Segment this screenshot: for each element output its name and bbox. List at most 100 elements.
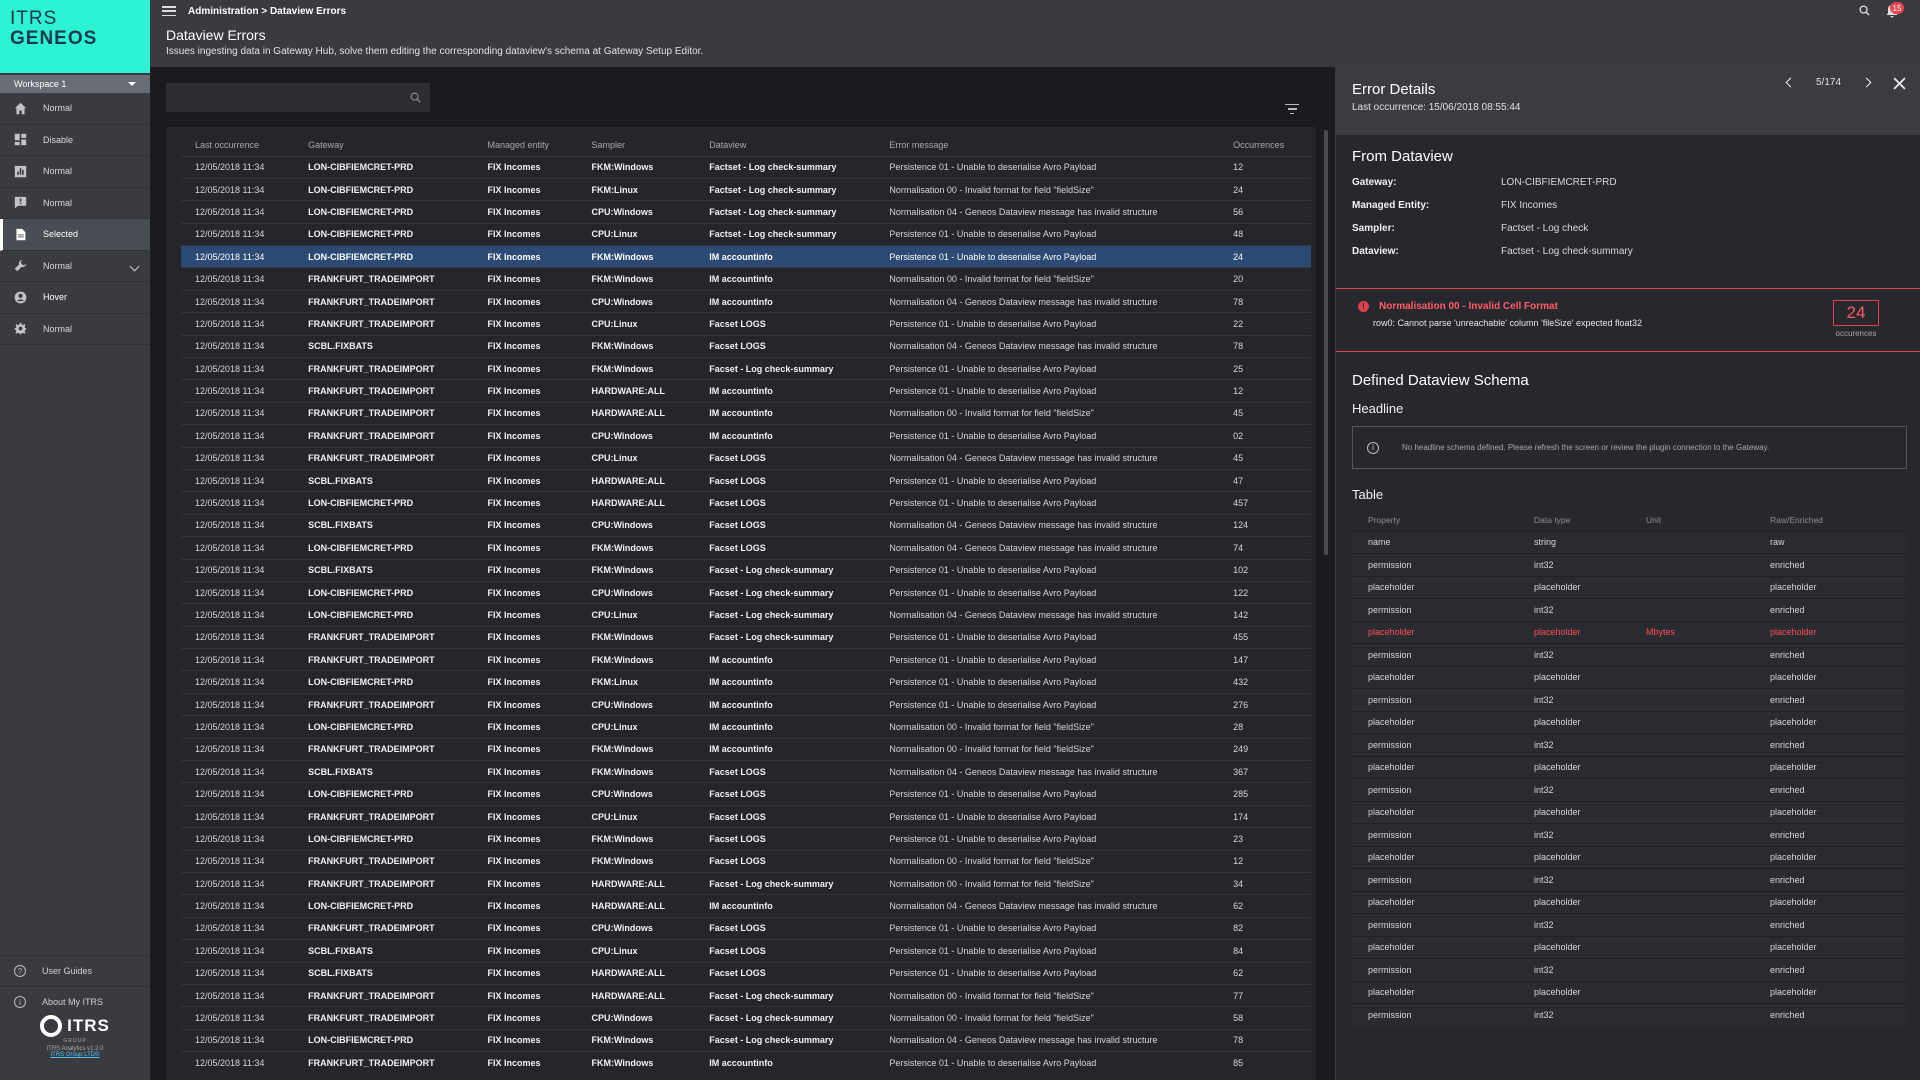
table-cell: HARDWARE:ALL: [577, 983, 696, 1007]
sidebar-item-feedback[interactable]: Normal: [0, 188, 150, 219]
sidebar-item-tools[interactable]: Normal: [0, 251, 150, 282]
column-header[interactable]: Dataview: [695, 127, 875, 156]
chevron-left-icon[interactable]: [1785, 77, 1796, 88]
sidebar-item-selected[interactable]: Selected: [0, 219, 150, 251]
sidebar-item-home[interactable]: Normal: [0, 93, 150, 125]
company-link[interactable]: ITRS Group LTD®: [0, 1052, 150, 1058]
sidebar-item-chart[interactable]: Normal: [0, 156, 150, 188]
table-row[interactable]: 12/05/2018 11:34 LON-CIBFIEMCRET-PRD FIX I…: [181, 894, 1311, 918]
table-row[interactable]: 12/05/2018 11:34 SCBL.FIXBATS FIX Incomes C…: [181, 939, 1311, 963]
headline-label: Headline: [1352, 401, 1404, 416]
table-row[interactable]: 12/05/2018 11:34 FRANKFURT_TRADEIMPORT FIX…: [181, 446, 1311, 470]
table-row[interactable]: 12/05/2018 11:34 LON-CIBFIEMCRET-PRD FIX I…: [181, 491, 1311, 515]
sidebar-item-dashboard[interactable]: Disable: [0, 125, 150, 156]
close-icon[interactable]: [1893, 77, 1906, 90]
table-row[interactable]: 12/05/2018 11:34 FRANKFURT_TRADEIMPORT FIX…: [181, 625, 1311, 649]
table-row[interactable]: 12/05/2018 11:34 LON-CIBFIEMCRET-PRD FIX I…: [181, 155, 1311, 179]
table-row[interactable]: 12/05/2018 11:34 FRANKFURT_TRADEIMPORT FIX…: [181, 424, 1311, 448]
table-row[interactable]: 12/05/2018 11:34 SCBL.FIXBATS FIX Incomes H…: [181, 468, 1311, 492]
table-cell: FRANKFURT_TRADEIMPORT: [294, 648, 474, 671]
table-row[interactable]: 12/05/2018 11:34 FRANKFURT_TRADEIMPORT FIX…: [181, 871, 1311, 895]
table-row[interactable]: 12/05/2018 11:34 SCBL.FIXBATS FIX Incomes F…: [181, 334, 1311, 358]
table-row[interactable]: 12/05/2018 11:34 FRANKFURT_TRADEIMPORT FIX…: [181, 849, 1311, 873]
geneos-logo[interactable]: ITRS GENEOS: [0, 0, 150, 73]
table-cell: IM accountinfo: [695, 401, 876, 425]
table-cell: Facset - Log check-summary: [695, 1028, 876, 1052]
table-cell: IM accountinfo: [695, 737, 876, 761]
table-row[interactable]: 12/05/2018 11:34 LON-CIBFIEMCRET-PRD FIX I…: [181, 1028, 1311, 1052]
schema-table-body: name string raw permission int32 enriched plac…: [1352, 530, 1907, 1026]
table-row[interactable]: 12/05/2018 11:34 FRANKFURT_TRADEIMPORT FIX…: [181, 312, 1311, 336]
sidebar-item-settings[interactable]: Normal: [0, 314, 150, 345]
error-title: Normalisation 00 - Invalid Cell Format: [1379, 301, 1558, 312]
table-row[interactable]: 12/05/2018 11:34 FRANKFURT_TRADEIMPORT FIX…: [181, 648, 1311, 671]
table-row[interactable]: 12/05/2018 11:34 SCBL.FIXBATS FIX Incomes H…: [181, 961, 1311, 985]
table-cell: FIX Incomes: [473, 625, 578, 649]
column-header[interactable]: Last occurrence: [181, 127, 294, 156]
table-row[interactable]: 12/05/2018 11:34 LON-CIBFIEMCRET-PRD FIX I…: [181, 200, 1311, 224]
table-row[interactable]: 12/05/2018 11:34 LON-CIBFIEMCRET-PRD FIX I…: [181, 536, 1311, 560]
column-header[interactable]: Occurrences: [1219, 127, 1311, 156]
table-row[interactable]: 12/05/2018 11:34 SCBL.FIXBATS FIX Incomes F…: [181, 760, 1311, 783]
table-row[interactable]: 12/05/2018 11:34 FRANKFURT_TRADEIMPORT FIX…: [181, 401, 1311, 425]
wrench-icon: [14, 260, 27, 272]
table-row[interactable]: 12/05/2018 11:34 FRANKFURT_TRADEIMPORT FIX…: [181, 357, 1311, 380]
table-cell: FIX Incomes: [473, 648, 578, 671]
table-cell: FIX Incomes: [473, 468, 578, 492]
schema-cell: permission: [1352, 688, 1518, 711]
chevron-right-icon[interactable]: [1861, 77, 1872, 88]
table-cell: FIX Incomes: [473, 603, 578, 627]
table-row[interactable]: 12/05/2018 11:34 LON-CIBFIEMCRET-PRD FIX I…: [181, 603, 1311, 627]
table-cell: Persistence 01 - Unable to deserialise A…: [875, 692, 1220, 716]
chevron-down-icon[interactable]: [129, 261, 140, 271]
table-cell: 12/05/2018 11:34: [181, 804, 295, 828]
search-input[interactable]: [166, 83, 430, 112]
table-row[interactable]: 12/05/2018 11:34 FRANKFURT_TRADEIMPORT FIX…: [181, 804, 1311, 828]
schema-row: permission int32 enriched: [1352, 868, 1907, 891]
table-cell: FIX Incomes: [473, 334, 578, 358]
table-cell: LON-CIBFIEMCRET-PRD: [294, 715, 474, 739]
about-link[interactable]: i About My ITRS: [0, 986, 150, 1017]
column-header[interactable]: Sampler: [577, 127, 695, 156]
table-row[interactable]: 12/05/2018 11:34 FRANKFURT_TRADEIMPORT FIX…: [181, 289, 1311, 313]
table-row[interactable]: 12/05/2018 11:34 LON-CIBFIEMCRET-PRD FIX I…: [181, 222, 1311, 246]
column-header[interactable]: Managed entity: [473, 127, 577, 156]
schema-cell: int32: [1518, 643, 1630, 666]
hamburger-menu-icon[interactable]: [162, 6, 176, 16]
table-row[interactable]: 12/05/2018 11:34 SCBL.FIXBATS FIX Incomes F…: [181, 558, 1311, 582]
column-header[interactable]: Gateway: [294, 127, 473, 156]
table-cell: FIX Incomes: [473, 222, 578, 246]
table-row[interactable]: 12/05/2018 11:34 FRANKFURT_TRADEIMPORT FIX…: [181, 916, 1311, 940]
table-cell: 12/05/2018 11:34: [181, 983, 295, 1007]
table-row[interactable]: 12/05/2018 11:34 LON-CIBFIEMCRET-PRD FIX I…: [181, 245, 1311, 268]
field-sampler: Sampler: Factset - Log check: [1352, 223, 1589, 234]
user-guides-link[interactable]: ? User Guides: [0, 955, 150, 986]
table-row[interactable]: 12/05/2018 11:34 LON-CIBFIEMCRET-PRD FIX I…: [181, 580, 1311, 604]
table-row[interactable]: 12/05/2018 11:34 FRANKFURT_TRADEIMPORT FIX…: [181, 692, 1311, 716]
table-row[interactable]: 12/05/2018 11:34 LON-CIBFIEMCRET-PRD FIX I…: [181, 670, 1311, 694]
filter-icon[interactable]: [1285, 104, 1299, 114]
table-row[interactable]: 12/05/2018 11:34 SCBL.FIXBATS FIX Incomes C…: [181, 513, 1311, 537]
workspace-selector[interactable]: Workspace 1: [0, 75, 150, 93]
table-cell: 47: [1219, 468, 1311, 492]
table-row[interactable]: 12/05/2018 11:34 FRANKFURT_TRADEIMPORT FIX…: [181, 737, 1311, 761]
page-header: Dataview Errors Issues ingesting data in…: [150, 22, 1920, 67]
scrollbar[interactable]: [1324, 130, 1328, 555]
table-row[interactable]: 12/05/2018 11:34 FRANKFURT_TRADEIMPORT FIX…: [181, 1006, 1311, 1030]
table-row[interactable]: 12/05/2018 11:34 FRANKFURT_TRADEIMPORT FIX…: [181, 1051, 1311, 1075]
table-cell: 82: [1219, 916, 1311, 940]
table-row[interactable]: 12/05/2018 11:34 FRANKFURT_TRADEIMPORT FIX…: [181, 983, 1311, 1007]
table-cell: 12/05/2018 11:34: [181, 625, 295, 649]
search-icon[interactable]: [1859, 5, 1870, 16]
table-row[interactable]: 12/05/2018 11:34 LON-CIBFIEMCRET-PRD FIX I…: [181, 715, 1311, 739]
table-row[interactable]: 12/05/2018 11:34 LON-CIBFIEMCRET-PRD FIX I…: [181, 782, 1311, 806]
table-row[interactable]: 12/05/2018 11:34 FRANKFURT_TRADEIMPORT FIX…: [181, 267, 1311, 291]
column-header[interactable]: Error message: [875, 127, 1219, 156]
table-cell: FIX Incomes: [473, 267, 578, 291]
table-row[interactable]: 12/05/2018 11:34 FRANKFURT_TRADEIMPORT FIX…: [181, 379, 1311, 403]
table-row[interactable]: 12/05/2018 11:34 LON-CIBFIEMCRET-PRD FIX I…: [181, 827, 1311, 851]
table-cell: FIX Incomes: [473, 715, 578, 739]
sidebar-item-account[interactable]: Hover: [0, 282, 150, 314]
table-cell: Persistence 01 - Unable to deserialise A…: [875, 916, 1220, 940]
table-row[interactable]: 12/05/2018 11:34 LON-CIBFIEMCRET-PRD FIX I…: [181, 177, 1311, 201]
